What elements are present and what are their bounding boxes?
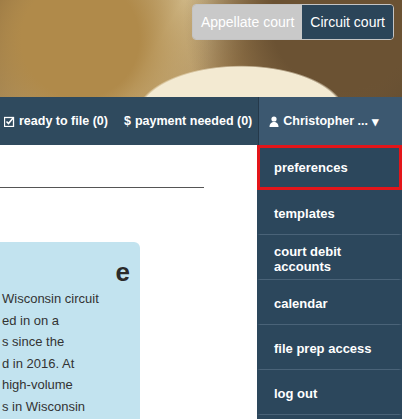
nav-item[interactable]: ready to file (0): [0, 97, 114, 145]
card-text: high-volume: [2, 374, 134, 396]
card-heading: e: [2, 256, 134, 288]
court-toggle[interactable]: Appellate courtCircuit court: [192, 4, 394, 40]
user-menu[interactable]: Christopher ... ▾: [258, 97, 402, 145]
menu-item[interactable]: court debit accounts: [257, 235, 402, 280]
menu-item[interactable]: file prep access: [257, 325, 402, 370]
menu-label: file prep access: [274, 341, 372, 356]
card-text: s since the: [2, 331, 134, 353]
menu-label: court debit accounts: [274, 244, 385, 274]
info-card: eWisconsin circuited in on as since thed…: [0, 242, 140, 419]
court-button[interactable]: Appellate court: [193, 5, 302, 39]
menu-item[interactable]: preferences: [257, 145, 402, 190]
dollar-icon: $: [124, 114, 131, 128]
user-name: Christopher ...: [283, 114, 368, 128]
divider: [0, 187, 204, 188]
card-text: d in 2016. At: [2, 353, 134, 375]
user-dropdown: preferences templates court debit accounts…: [257, 145, 402, 419]
top-nav: ready to file (0) $ payment needed (0) Chri…: [0, 97, 402, 145]
nav-label: payment needed (0): [135, 114, 252, 128]
card-text: Wisconsin circuit: [2, 288, 134, 310]
court-button[interactable]: Circuit court: [302, 5, 393, 39]
nav-label: ready to file (0): [19, 114, 108, 128]
menu-label: templates: [274, 206, 335, 221]
checkbox-icon: [4, 116, 15, 127]
menu-label: log out: [274, 386, 317, 401]
menu-label: preferences: [274, 160, 348, 175]
card-text: s in Wisconsin: [2, 396, 134, 418]
menu-label: calendar: [274, 296, 327, 311]
caret-icon: ▾: [372, 114, 379, 129]
menu-item[interactable]: log out: [257, 370, 402, 415]
user-icon: [269, 116, 279, 127]
menu-item[interactable]: calendar: [257, 280, 402, 325]
menu-item[interactable]: templates: [257, 190, 402, 235]
card-text: ed in on a: [2, 310, 134, 332]
nav-item[interactable]: $ payment needed (0): [120, 97, 258, 145]
